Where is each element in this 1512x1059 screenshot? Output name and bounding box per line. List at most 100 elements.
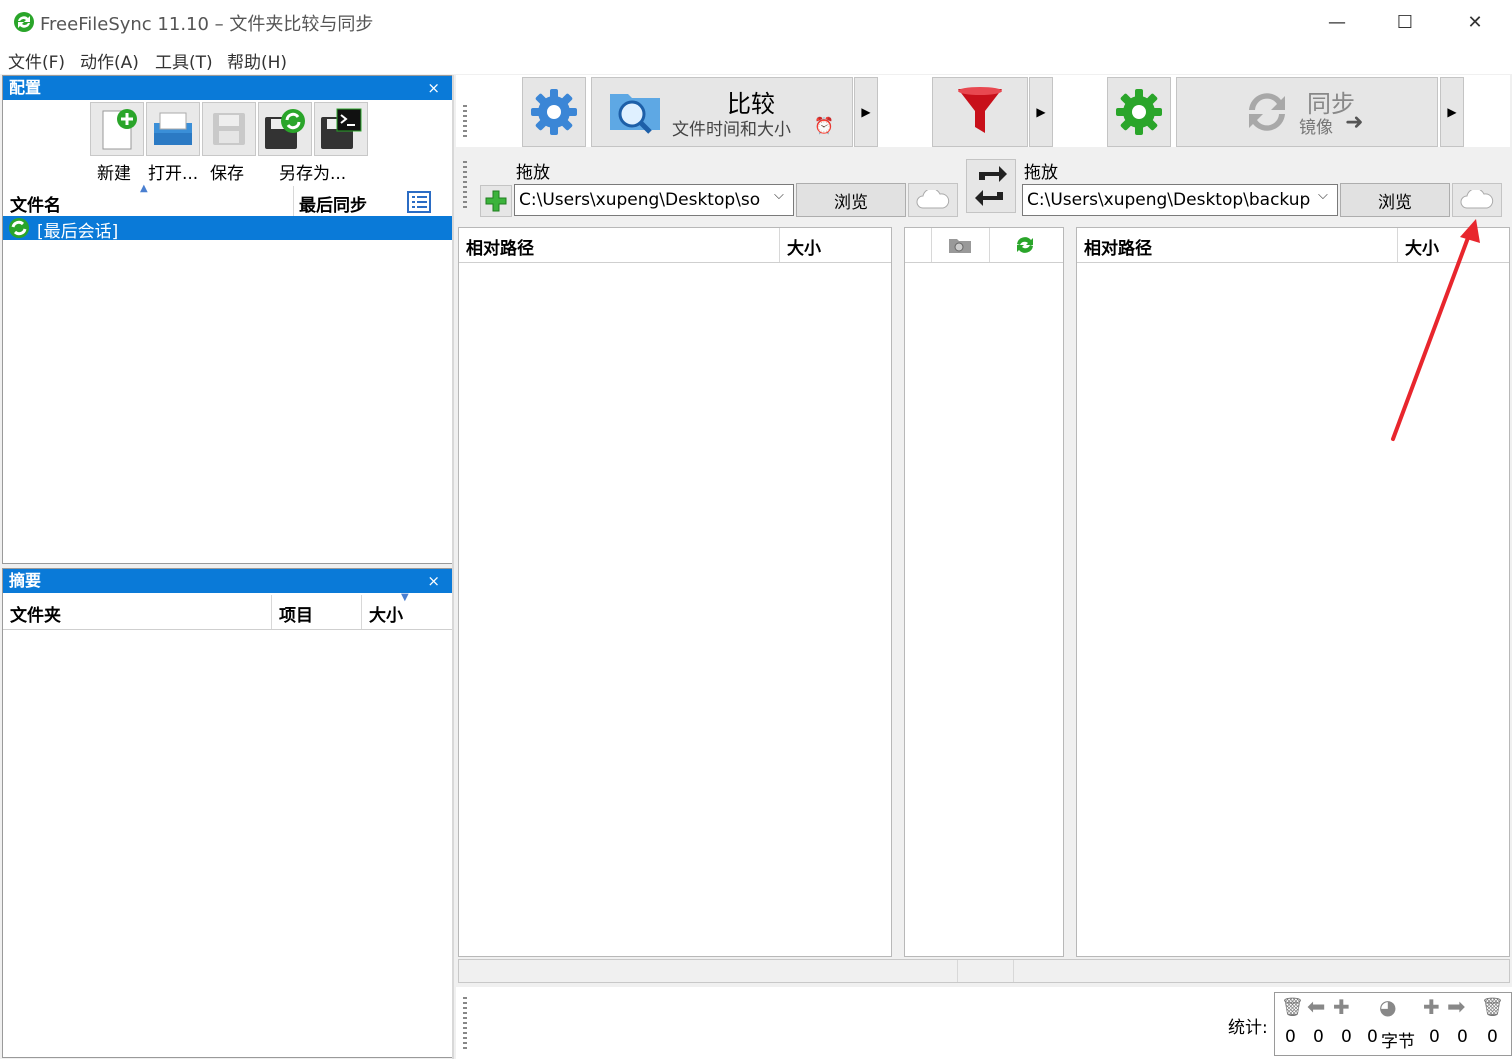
save-as-config-button[interactable] xyxy=(258,102,312,156)
sort-descending-icon: ▼ xyxy=(401,592,409,603)
left-relative-path-header[interactable]: 相对路径 xyxy=(466,234,534,259)
left-folder-path-input[interactable]: C:\Users\xupeng\Desktop\so xyxy=(514,184,794,216)
new-file-icon xyxy=(102,109,137,150)
green-gear-icon xyxy=(1116,89,1162,135)
annotation-arrow xyxy=(1391,219,1480,441)
filter-button[interactable] xyxy=(932,77,1028,147)
save-as-sync-icon xyxy=(265,109,305,149)
delete-right-icon: 🗑 xyxy=(1481,997,1504,1018)
filter-dropdown-arrow[interactable]: ▶ xyxy=(1029,77,1053,147)
sync-dropdown-arrow[interactable]: ▶ xyxy=(1440,77,1464,147)
menu-action[interactable]: 动作(A) xyxy=(80,48,139,73)
right-cloud-button[interactable] xyxy=(1452,183,1502,217)
add-folder-pair-button[interactable] xyxy=(480,185,512,217)
open-config-button[interactable] xyxy=(146,102,200,156)
size-column-header[interactable]: 大小 xyxy=(369,601,403,626)
minimize-button[interactable]: — xyxy=(1306,0,1368,44)
compare-category-icon[interactable] xyxy=(947,235,973,260)
toolbar-grip[interactable] xyxy=(463,105,467,139)
maximize-button[interactable]: ☐ xyxy=(1374,0,1436,44)
open-folder-icon xyxy=(154,112,192,145)
right-folder-path-input[interactable]: C:\Users\xupeng\Desktop\backup xyxy=(1022,184,1338,216)
session-sync-icon xyxy=(7,217,31,244)
stat-update-left: 0 xyxy=(1313,1027,1324,1047)
summary-panel-title: 摘要 xyxy=(9,571,42,590)
save-label: 保存 xyxy=(210,164,244,184)
sync-direction-arrow-icon: ➜ xyxy=(1345,110,1364,135)
filename-column-header[interactable]: 文件名 xyxy=(10,191,61,216)
column-divider xyxy=(293,186,294,218)
left-arrow-icon: ⬅ xyxy=(1307,995,1326,1020)
green-plus-icon xyxy=(485,190,507,212)
compare-subtitle: 文件时间和大小 xyxy=(672,120,791,140)
delete-left-icon: 🗑 xyxy=(1281,997,1304,1018)
left-folder-path-text: C:\Users\xupeng\Desktop\so xyxy=(519,190,761,210)
config-panel-close-icon[interactable]: × xyxy=(427,76,440,100)
folder-pair-grip[interactable] xyxy=(463,161,467,209)
right-arrow-icon: ➡ xyxy=(1447,995,1466,1020)
stat-delete-right: 0 xyxy=(1487,1027,1498,1047)
items-column-header[interactable]: 项目 xyxy=(279,601,313,626)
statistics-grip[interactable] xyxy=(463,997,467,1051)
panel-splitter[interactable] xyxy=(452,75,454,1059)
save-as-batch-icon xyxy=(321,108,362,149)
right-browse-button[interactable]: 浏览 xyxy=(1340,183,1450,217)
left-cloud-button[interactable] xyxy=(908,183,958,217)
summary-panel: 摘要 × 文件夹 项目 大小 ▼ xyxy=(2,568,453,1058)
chevron-down-icon[interactable]: ⌵ xyxy=(1318,188,1328,203)
save-as-batch-button[interactable] xyxy=(314,102,368,156)
right-arrow-icon: ▶ xyxy=(861,105,871,119)
close-button[interactable]: ✕ xyxy=(1444,0,1506,44)
compare-title: 比较 xyxy=(727,90,775,118)
left-size-header[interactable]: 大小 xyxy=(787,234,821,259)
compare-folder-magnifier-icon xyxy=(606,86,666,143)
last-sync-column-header[interactable]: 最后同步 xyxy=(299,191,367,216)
menu-help[interactable]: 帮助(H) xyxy=(227,48,287,73)
new-config-button[interactable] xyxy=(90,102,144,156)
stat-create-left: 0 xyxy=(1341,1027,1352,1047)
config-panel-title: 配置 xyxy=(9,78,42,97)
config-list-header: 文件名 ▲ 最后同步 xyxy=(3,183,452,219)
sync-button[interactable]: 同步 镜像 ➜ xyxy=(1176,77,1438,147)
stat-update-right: 0 xyxy=(1457,1027,1468,1047)
menu-file[interactable]: 文件(F) xyxy=(8,48,65,73)
folder-column-header[interactable]: 文件夹 xyxy=(10,601,61,626)
column-divider xyxy=(361,595,362,629)
swap-sides-button[interactable] xyxy=(966,159,1016,213)
menu-tools[interactable]: 工具(T) xyxy=(155,48,213,73)
summary-panel-header: 摘要 × xyxy=(3,569,452,593)
config-panel-header: 配置 × xyxy=(3,76,452,100)
chevron-down-icon[interactable]: ⌵ xyxy=(774,188,784,203)
cloud-icon xyxy=(916,190,950,209)
sync-settings-button[interactable] xyxy=(1107,77,1171,147)
compare-dropdown-arrow[interactable]: ▶ xyxy=(854,77,878,147)
statistics-label: 统计: xyxy=(1228,1018,1268,1038)
left-browse-button[interactable]: 浏览 xyxy=(796,183,906,217)
filter-funnel-icon xyxy=(958,87,1002,133)
compare-settings-button[interactable] xyxy=(522,77,586,147)
status-bar xyxy=(458,959,1510,983)
left-file-grid[interactable]: 相对路径 大小 xyxy=(458,227,892,957)
window-title: FreeFileSync 11.10 – 文件夹比较与同步 xyxy=(40,14,374,35)
left-grid-header: 相对路径 大小 xyxy=(459,228,891,263)
config-list-row[interactable]: [最后会话] xyxy=(3,216,452,242)
middle-action-grid[interactable] xyxy=(904,227,1064,957)
swap-arrows-icon xyxy=(975,166,1007,206)
open-label: 打开... xyxy=(148,164,199,184)
stat-delete-left: 0 xyxy=(1285,1027,1296,1047)
column-settings-icon[interactable] xyxy=(407,191,431,218)
save-config-button[interactable] xyxy=(202,102,256,156)
sync-arrows-icon xyxy=(1241,86,1293,143)
create-right-icon: ✚ xyxy=(1423,995,1440,1019)
summary-panel-close-icon[interactable]: × xyxy=(427,569,440,593)
compare-button[interactable]: 比较 文件时间和大小 ⏰ xyxy=(591,77,853,147)
save-disk-icon xyxy=(213,113,245,145)
summary-list-header: 文件夹 项目 大小 ▼ xyxy=(3,592,452,630)
blue-gear-icon xyxy=(531,89,577,135)
sync-action-icon[interactable] xyxy=(1013,234,1037,261)
app-sync-icon xyxy=(12,10,36,39)
left-drop-label: 拖放 xyxy=(516,163,550,183)
save-as-label: 另存为... xyxy=(279,164,347,184)
column-divider xyxy=(989,228,990,262)
right-relative-path-header[interactable]: 相对路径 xyxy=(1084,234,1152,259)
